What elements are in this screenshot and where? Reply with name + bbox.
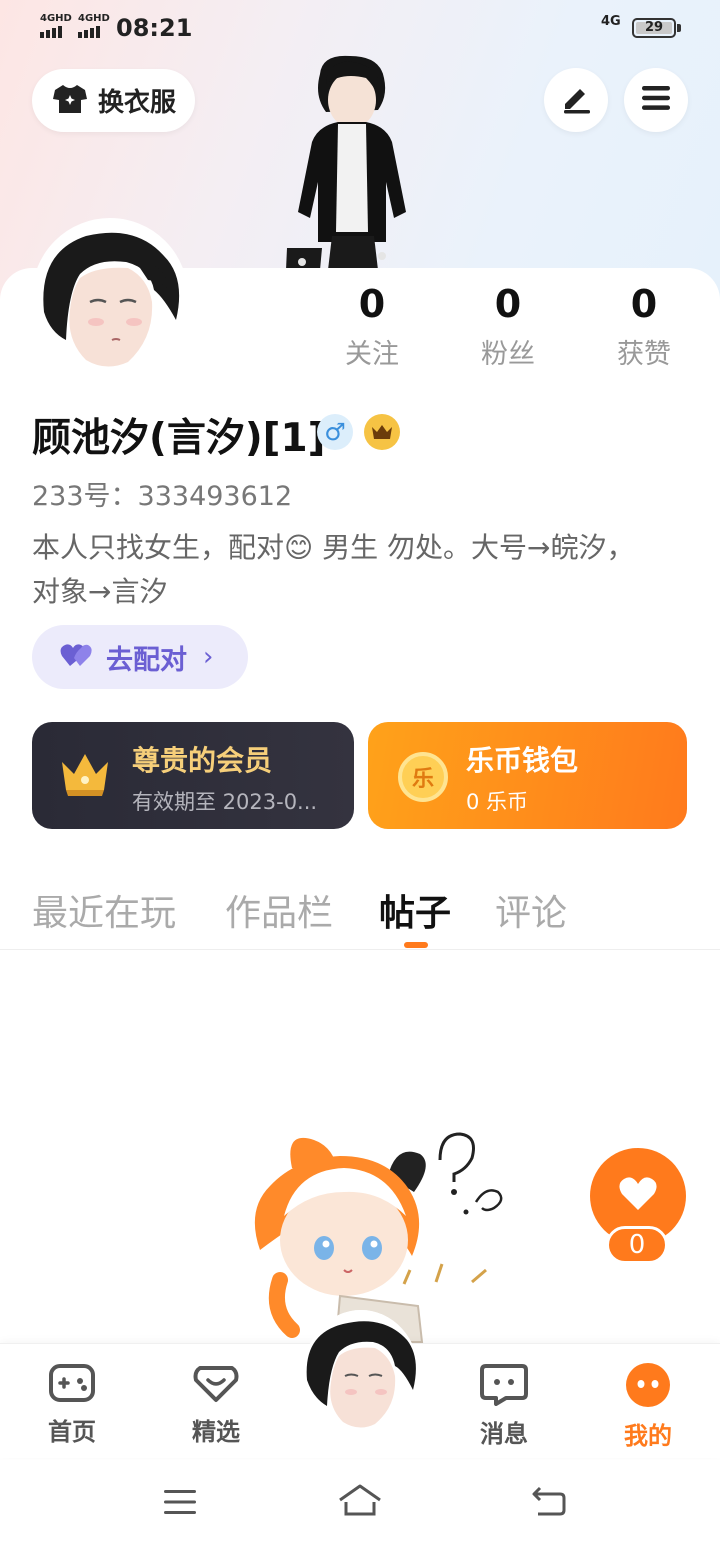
stat-followers[interactable]: 0 粉丝 [448, 282, 568, 371]
change-outfit-label: 换衣服 [98, 88, 177, 118]
followers-label: 粉丝 [481, 339, 535, 370]
nav-home-label: 首页 [48, 1418, 96, 1446]
following-label: 关注 [345, 339, 399, 370]
avatar[interactable] [32, 218, 188, 374]
change-outfit-button[interactable]: 换衣服 [32, 69, 195, 132]
user-id: 233号：333493612 [32, 481, 293, 512]
vip-title: 尊贵的会员 [132, 744, 273, 777]
username: 顾池汐(言汐)[1] [32, 416, 326, 461]
tab-posts[interactable]: 帖子 [379, 884, 451, 936]
tab-recently-played[interactable]: 最近在玩 [32, 884, 176, 936]
nav-featured-label: 精选 [192, 1418, 240, 1446]
edit-profile-button[interactable] [544, 68, 608, 132]
sim2-signal: 4GHD [78, 14, 110, 38]
stat-likes[interactable]: 0 获赞 [584, 282, 704, 371]
menu-button[interactable] [624, 68, 688, 132]
coin-wallet-card[interactable]: 乐 乐币钱包 0 乐币 [368, 722, 687, 829]
bio: 本人只找女生，配对😊 男生 勿处。大号→皖汐，对象→言汐 [32, 531, 635, 608]
face-icon [625, 1363, 671, 1412]
pencil-icon [560, 82, 592, 118]
nav-messages-label: 消息 [480, 1420, 528, 1448]
gamepad-icon [48, 1364, 96, 1408]
wallet-balance: 0 乐币 [466, 790, 529, 814]
followers-count: 0 [494, 282, 522, 326]
battery-level: 29 [644, 20, 664, 35]
battery-icon: 29 [632, 18, 676, 38]
chat-icon [480, 1364, 528, 1410]
sim2-label: 4GHD [78, 13, 110, 24]
likes-count: 0 [630, 282, 658, 326]
avatar-character-figure[interactable] [282, 52, 422, 270]
nav-messages[interactable]: 消息 [454, 1362, 554, 1449]
tshirt-icon [52, 83, 88, 119]
status-time: 08:21 [116, 14, 193, 42]
go-pair-button[interactable]: 去配对 › [32, 625, 248, 689]
active-tab-indicator [404, 942, 428, 948]
following-count: 0 [358, 282, 386, 326]
nav-featured[interactable]: 精选 [166, 1362, 266, 1447]
nav-me-label: 我的 [624, 1422, 672, 1450]
heart-box-icon [192, 1366, 240, 1408]
likes-label: 获赞 [617, 339, 671, 370]
coin-icon: 乐 [398, 752, 448, 802]
recent-apps-icon[interactable] [162, 1488, 198, 1520]
vip-crown-icon[interactable] [364, 414, 400, 450]
back-icon[interactable] [530, 1486, 568, 1522]
sim1-signal: 4GHD [40, 14, 72, 38]
tab-works[interactable]: 作品栏 [225, 884, 333, 936]
chevron-right-icon: › [203, 642, 214, 672]
status-bar: 4GHD 4GHD 08:21 4G 29 [0, 0, 720, 58]
wallet-title: 乐币钱包 [466, 744, 579, 777]
heart-icon [618, 1176, 658, 1216]
tab-comments[interactable]: 评论 [495, 884, 567, 936]
hamburger-menu-icon [640, 84, 672, 116]
system-navigation-bar [0, 1460, 720, 1544]
go-pair-label: 去配对 [106, 644, 187, 676]
gold-crown-icon [58, 750, 112, 804]
vip-membership-card[interactable]: 尊贵的会员 有效期至 2023-0... [32, 722, 354, 829]
nav-center-avatar[interactable] [303, 1310, 419, 1438]
heart-pair-icon [60, 642, 94, 672]
sim1-label: 4GHD [40, 13, 72, 24]
profile-tabs: 最近在玩 作品栏 帖子 评论 [0, 880, 720, 950]
stat-following[interactable]: 0 关注 [312, 282, 432, 371]
network-type: 4G [601, 14, 621, 29]
nav-me[interactable]: 我的 [598, 1362, 698, 1451]
home-icon[interactable] [336, 1482, 384, 1522]
vip-expiry: 有效期至 2023-0... [132, 790, 318, 814]
male-gender-icon: ♂ [317, 414, 353, 450]
like-count: 0 [606, 1226, 668, 1264]
nav-home[interactable]: 首页 [22, 1362, 122, 1447]
